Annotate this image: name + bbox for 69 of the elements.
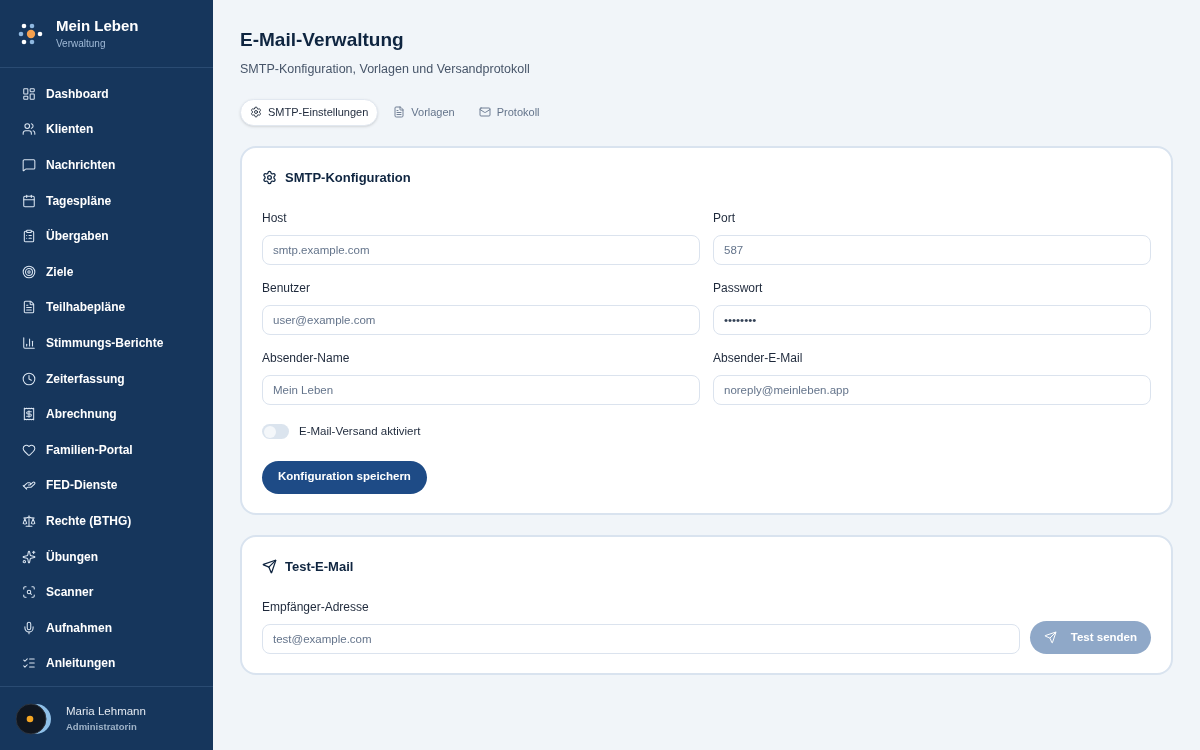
- toggle-switch[interactable]: [262, 424, 289, 440]
- field-label: Passwort: [713, 280, 764, 298]
- sidebar-item[interactable]: FED-Dienste: [8, 467, 205, 504]
- page-subtitle: SMTP-Konfiguration, Vorlagen und Versandprotokoll: [240, 61, 531, 78]
- sidebar-item[interactable]: Anleitungen: [8, 645, 205, 682]
- user-name: Maria Lehmann: [66, 703, 146, 719]
- receipt-icon: [22, 407, 36, 422]
- sidebar-item[interactable]: Abrechnung: [8, 396, 205, 432]
- input-field[interactable]: user@example.com: [262, 305, 700, 336]
- page-title: E-Mail-Verwaltung: [240, 28, 405, 52]
- sidebar-item[interactable]: Tagespläne: [8, 182, 205, 219]
- scan-icon: [22, 585, 36, 600]
- clock-icon: [22, 371, 36, 386]
- card-title: SMTP-Konfiguration: [285, 168, 411, 187]
- field-label: Host: [262, 210, 288, 228]
- input-field[interactable]: 587: [713, 235, 1151, 266]
- sidebar-item[interactable]: Stimmungs-Berichte: [8, 325, 205, 361]
- microphone-icon: [22, 620, 36, 635]
- bar-chart-icon: [22, 335, 36, 350]
- scale-icon: [22, 513, 36, 528]
- field-label: Absender-Name: [262, 350, 351, 368]
- sidebar-item[interactable]: Rechte (BTHG): [8, 503, 205, 539]
- toggle-label: E-Mail-Versand aktiviert: [299, 424, 421, 440]
- target-icon: [22, 264, 36, 279]
- document-icon: [22, 300, 36, 315]
- sidebar-item[interactable]: Nachrichten: [8, 147, 205, 183]
- sidebar-item[interactable]: Teilhabepläne: [8, 289, 205, 326]
- send-icon: [1043, 631, 1057, 644]
- sidebar-item[interactable]: Scanner: [8, 574, 205, 610]
- sidebar-item[interactable]: Dashboard: [8, 76, 205, 112]
- sparkles-icon: [22, 549, 36, 564]
- tab[interactable]: Vorlagen: [384, 98, 464, 126]
- settings-icon: [262, 170, 277, 185]
- users-icon: [22, 122, 36, 137]
- clipboard-icon: [22, 229, 36, 244]
- checklist-icon: [22, 656, 36, 671]
- input-field[interactable]: test@example.com: [262, 624, 1020, 654]
- input-field[interactable]: smtp.example.com: [262, 235, 700, 266]
- save-button[interactable]: Konfiguration speichern: [262, 460, 427, 494]
- brand-title: Mein Leben: [56, 16, 139, 36]
- card-title: Test-E-Mail: [285, 557, 354, 576]
- sidebar-item[interactable]: Ziele: [8, 253, 205, 290]
- field-label: Port: [713, 210, 736, 228]
- sidebar-item[interactable]: Übungen: [8, 538, 205, 575]
- sidebar-item[interactable]: Familien-Portal: [8, 431, 205, 468]
- brand-subtitle: Verwaltung: [56, 37, 107, 51]
- send-icon: [262, 558, 277, 574]
- input-field[interactable]: noreply@meinleben.app: [713, 375, 1151, 406]
- heart-icon: [22, 442, 36, 457]
- user-role: Administratorin: [66, 720, 138, 734]
- field-label: Absender-E-Mail: [713, 350, 804, 368]
- calendar-icon: [22, 193, 36, 208]
- input-field[interactable]: Mein Leben: [262, 375, 700, 406]
- chat-icon: [22, 158, 36, 172]
- avatar-icon: [16, 702, 54, 735]
- mail-icon: [478, 106, 491, 119]
- field-label: Benutzer: [262, 280, 312, 298]
- input-field[interactable]: ••••••••: [713, 305, 1151, 336]
- dashboard-icon: [22, 86, 36, 101]
- field-label: Empfänger-Adresse: [262, 599, 370, 616]
- document-icon: [393, 106, 406, 119]
- sidebar-item[interactable]: Zeiterfassung: [8, 360, 205, 397]
- sidebar-item[interactable]: Aufnahmen: [8, 609, 205, 646]
- sidebar-item[interactable]: Übergaben: [8, 218, 205, 254]
- tab[interactable]: SMTP-Einstellungen: [240, 98, 379, 126]
- settings-icon: [250, 106, 262, 119]
- sidebar-item[interactable]: Klienten: [8, 111, 205, 148]
- hand-icon: [22, 478, 36, 493]
- tab[interactable]: Protokoll: [469, 98, 549, 126]
